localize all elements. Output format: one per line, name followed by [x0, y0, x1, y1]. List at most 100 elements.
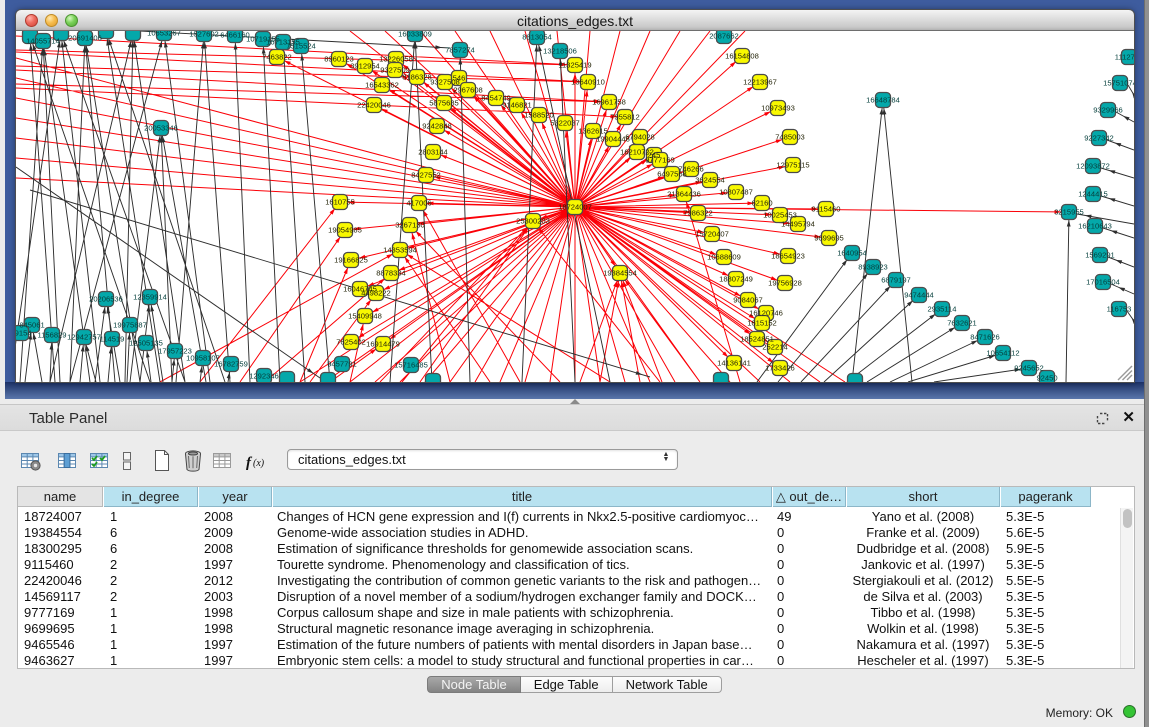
svg-text:6794028: 6794028 [625, 133, 655, 142]
svg-text:10973493: 10973493 [761, 104, 795, 113]
svg-text:4498222: 4498222 [361, 289, 391, 298]
svg-text:7463822: 7463822 [262, 53, 292, 62]
svg-text:18654923: 18654923 [771, 252, 805, 261]
svg-text:9242848: 9242848 [422, 122, 452, 131]
svg-text:7485003: 7485003 [775, 133, 805, 142]
svg-text:5875685: 5875685 [429, 99, 459, 108]
svg-text:9227342: 9227342 [1084, 134, 1114, 143]
svg-text:16154808: 16154808 [725, 52, 759, 61]
svg-text:2935114: 2935114 [928, 305, 957, 314]
svg-text:5322037: 5322037 [550, 119, 580, 128]
svg-text:7986322: 7986322 [683, 209, 713, 218]
svg-text:10807487: 10807487 [719, 188, 753, 197]
svg-text:1733426: 1733426 [765, 364, 795, 373]
svg-text:8938923: 8938923 [858, 263, 888, 272]
svg-text:9329966: 9329966 [1093, 106, 1123, 115]
svg-text:13640910: 13640910 [571, 78, 605, 87]
svg-text:10688609: 10688609 [707, 253, 741, 262]
svg-text:14136141: 14136141 [717, 359, 751, 368]
svg-text:19384554: 19384554 [603, 269, 637, 278]
svg-text:9699695: 9699695 [814, 234, 844, 243]
svg-text:2087662: 2087662 [709, 32, 739, 41]
svg-text:14353594: 14353594 [383, 246, 417, 255]
svg-text:17016504: 17016504 [1086, 278, 1120, 287]
svg-text:1292346: 1292346 [249, 372, 279, 381]
svg-text:8813054: 8813054 [522, 33, 552, 42]
svg-text:13226058: 13226058 [379, 55, 413, 64]
svg-text:20691406: 20691406 [68, 34, 102, 43]
svg-text:7955812: 7955812 [610, 113, 640, 122]
svg-text:19166825: 19166825 [334, 256, 368, 265]
svg-text:114519: 114519 [100, 335, 125, 344]
svg-text:12093872: 12093872 [1076, 162, 1110, 171]
svg-text:3624554: 3624554 [695, 176, 725, 185]
svg-text:16120746: 16120746 [749, 309, 783, 318]
svg-text:7515524: 7515524 [286, 42, 316, 51]
svg-text:116753: 116753 [1107, 305, 1132, 314]
svg-text:19756928: 19756928 [768, 279, 802, 288]
svg-text:12213967: 12213967 [743, 78, 777, 87]
svg-text:6879197: 6879197 [881, 276, 911, 285]
svg-text:f: f [246, 455, 253, 471]
svg-text:1615152: 1615152 [747, 319, 777, 328]
svg-text:1244415: 1244415 [1078, 190, 1108, 199]
svg-text:20206536: 20206536 [89, 295, 123, 304]
svg-text:1527602: 1527602 [189, 31, 219, 39]
svg-text:2967608: 2967608 [453, 86, 483, 95]
svg-text:8471626: 8471626 [970, 333, 1000, 342]
svg-text:92450: 92450 [1036, 374, 1057, 382]
svg-text:39154: 39154 [16, 329, 32, 338]
svg-text:3215955: 3215955 [1054, 208, 1084, 217]
svg-text:3912954: 3912954 [350, 62, 380, 71]
svg-text:12942757: 12942757 [67, 333, 101, 342]
svg-text:12975115: 12975115 [776, 161, 809, 170]
svg-text:12359914: 12359914 [133, 293, 167, 302]
svg-text:7632621: 7632621 [947, 319, 977, 328]
svg-text:10653267: 10653267 [147, 31, 181, 38]
svg-text:9474444: 9474444 [904, 291, 934, 300]
svg-text:10654112: 10654112 [986, 349, 1019, 358]
svg-text:16033809: 16033809 [398, 31, 432, 39]
svg-text:1112748: 1112748 [1115, 53, 1134, 62]
svg-text:20053346: 20053346 [144, 124, 178, 133]
svg-text:7625402: 7625402 [336, 338, 366, 347]
svg-text:19975887: 19975887 [113, 321, 147, 330]
svg-text:62160: 62160 [751, 199, 772, 208]
svg-text:22420046: 22420046 [357, 101, 391, 110]
svg-text:10025453: 10025453 [763, 211, 797, 220]
svg-text:16914479: 16914479 [366, 340, 400, 349]
svg-text:16782759: 16782759 [214, 360, 248, 369]
svg-text:25300203: 25300203 [516, 217, 550, 226]
svg-text:546: 546 [453, 74, 466, 83]
svg-text:9084067: 9084067 [733, 296, 763, 305]
svg-text:19054985: 19054985 [328, 226, 362, 235]
svg-text:15716485: 15716485 [394, 361, 428, 370]
svg-text:16210643: 16210643 [1078, 222, 1112, 231]
svg-text:18807249: 18807249 [719, 275, 753, 284]
svg-text:14495794: 14495794 [781, 220, 815, 229]
svg-text:8427552: 8427552 [411, 171, 441, 180]
svg-text:15720407: 15720407 [695, 230, 729, 239]
svg-text:7857274: 7857274 [445, 46, 475, 55]
svg-text:1156829: 1156829 [38, 331, 67, 340]
svg-text:9115460: 9115460 [812, 205, 841, 214]
svg-text:1610755: 1610755 [325, 198, 355, 207]
svg-text:9777169: 9777169 [645, 156, 675, 165]
svg-text:21364436: 21364436 [667, 190, 701, 199]
svg-text:16648784: 16648784 [866, 96, 900, 105]
svg-text:13218506: 13218506 [543, 47, 577, 56]
svg-text:2803144: 2803144 [418, 148, 448, 157]
svg-text:9457791: 9457791 [327, 360, 357, 369]
svg-text:417006: 417006 [406, 199, 431, 208]
svg-text:252214: 252214 [762, 343, 787, 352]
svg-text:8454749: 8454749 [481, 94, 511, 103]
svg-text:1640954: 1640954 [837, 249, 867, 258]
svg-text:16543362: 16543362 [365, 81, 399, 90]
svg-text:16961758: 16961758 [592, 98, 626, 107]
svg-text:1569291: 1569291 [1085, 251, 1115, 260]
svg-text:8186328: 8186328 [402, 73, 432, 82]
svg-text:15751074: 15751074 [1103, 79, 1134, 88]
svg-text:18724007: 18724007 [558, 203, 592, 212]
svg-text:14055714: 14055714 [26, 37, 60, 46]
svg-text:15409948: 15409948 [348, 312, 382, 321]
